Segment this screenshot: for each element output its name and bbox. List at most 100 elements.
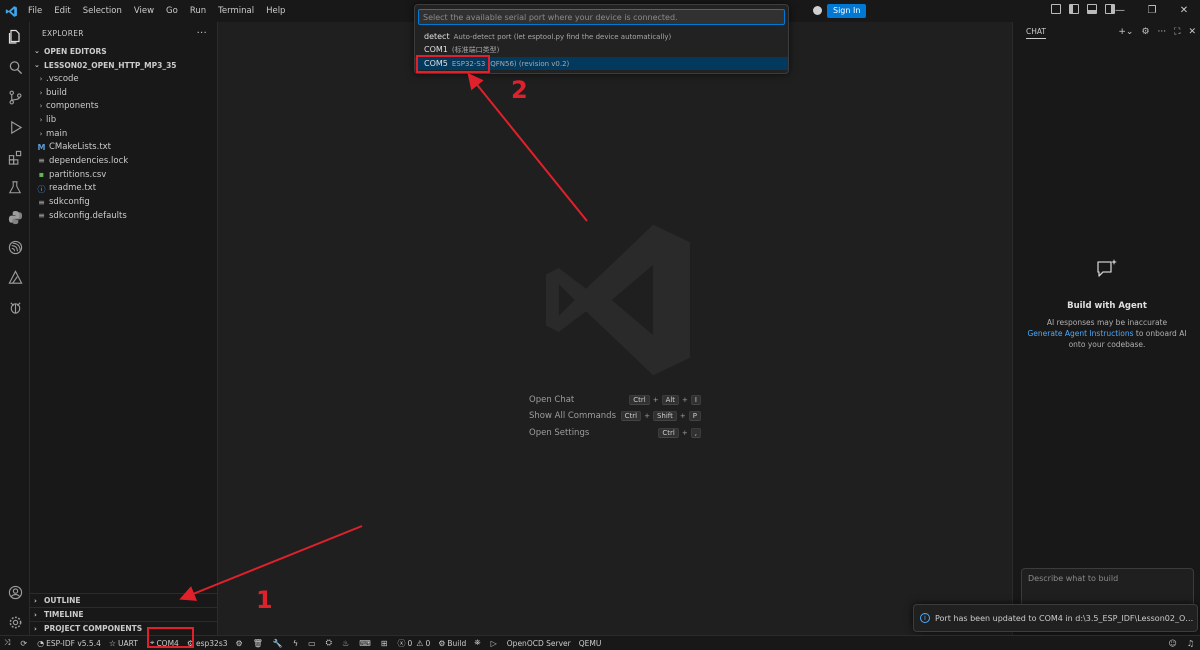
chat-input[interactable]: Describe what to build [1021,568,1194,608]
open-editors-section[interactable]: ⌄ OPEN EDITORS [30,44,217,58]
sign-in-button[interactable]: Sign In [827,4,867,18]
testing-icon[interactable] [6,178,24,196]
chat-tab[interactable]: CHAT [1026,27,1047,39]
maximize-icon[interactable]: ⛶ [1174,27,1180,37]
remote-icon[interactable]: ⤨ [0,636,16,650]
gear-icon[interactable] [6,613,24,631]
key-i: I [690,395,701,405]
project-root-label: LESSON02_OPEN_HTTP_MP3_35 [44,60,177,70]
source-control-icon[interactable] [6,88,24,106]
timeline-section[interactable]: › TIMELINE [30,607,218,621]
extra-tool-icon[interactable]: ⊞ [377,636,394,650]
menuconfig-icon[interactable]: ⚙ [232,636,249,650]
espressif-icon[interactable] [6,238,24,256]
flash-icon[interactable]: ϟ [289,636,304,650]
toggle-panel-icon[interactable] [1087,4,1097,14]
idf-version-item[interactable]: ◔ ESP-IDF v5.5.4 [33,636,105,650]
tree-file-readme[interactable]: ⓘ readme.txt [36,182,217,196]
copilot-icon[interactable]: ☺ [1164,636,1182,650]
window-controls: — ❐ ✕ [1104,0,1200,22]
shortcut-label: Show All Commands [529,411,616,421]
outline-label: OUTLINE [44,596,81,605]
menu-edit[interactable]: Edit [48,0,76,22]
chevron-right-icon: › [34,596,37,605]
python-icon[interactable] [6,208,24,226]
explorer-icon[interactable] [6,28,24,46]
flash-method-item[interactable]: ☆ UART [105,636,142,650]
run-debug-icon[interactable] [6,118,24,136]
shortcut-label: Open Chat [529,395,575,405]
menu-view[interactable]: View [128,0,160,22]
trash-icon[interactable]: 🗑 [249,636,269,650]
menu-go[interactable]: Go [160,0,184,22]
sync-icon[interactable]: ⟳ [16,636,33,650]
text-file-icon: ≡ [38,197,45,207]
tree-file-partitions-csv[interactable]: ▪ partitions.csv [36,168,217,182]
tree-folder-build[interactable]: › build [36,86,217,100]
customize-layout-icon[interactable] [1051,4,1061,14]
shortcut-open-chat[interactable]: Open Chat Ctrl + Alt + I [529,394,701,406]
debug-bug-icon[interactable]: ⛯ [470,636,486,650]
star-icon: ☆ [108,638,117,648]
run-icon[interactable]: ▷ [487,636,503,650]
minimize-icon[interactable]: — [1104,0,1136,22]
generate-instructions-link[interactable]: Generate Agent Instructions [1027,329,1133,338]
bug-icon[interactable] [6,298,24,316]
more-actions-icon[interactable]: ··· [1158,27,1167,37]
notification-message: Port has been updated to COM4 in d:\3.5_… [935,613,1197,623]
extensions-icon[interactable] [6,148,24,166]
toggle-primary-sidebar-icon[interactable] [1069,4,1079,14]
editor-area: Open Chat Ctrl + Alt + I Show All Commands C… [218,22,1012,635]
file-tree: › .vscode › build › components › lib › main M… [30,72,217,223]
agent-title: Build with Agent [1067,301,1147,311]
tree-file-cmakelists[interactable]: M CMakeLists.txt [36,140,217,154]
menu-terminal[interactable]: Terminal [212,0,260,22]
chat-settings-icon[interactable]: ⚙ [1141,27,1149,37]
explorer-header: EXPLORER ··· [30,22,217,44]
menu-file[interactable]: File [22,0,48,22]
menu-run[interactable]: Run [184,0,212,22]
close-icon[interactable]: ✕ [1168,0,1200,22]
search-icon[interactable] [6,58,24,76]
key-ctrl: Ctrl [658,428,679,438]
key-comma: , [690,428,701,438]
port-option-description: (标准端口类型) [451,45,500,54]
notifications-bell-icon[interactable]: ♫ [1183,636,1200,650]
tree-file-sdkconfig-defaults[interactable]: ≡ sdkconfig.defaults [36,209,217,223]
serial-port-search-input[interactable] [418,9,785,25]
tree-folder-vscode[interactable]: › .vscode [36,72,217,86]
project-root-section[interactable]: ⌄ LESSON02_OPEN_HTTP_MP3_35 [30,58,217,72]
openocd-label: OpenOCD Server [506,638,571,648]
menu-selection[interactable]: Selection [77,0,128,22]
agent-desc-line: AI responses may be inaccurate [1046,318,1168,327]
restore-icon[interactable]: ❐ [1136,0,1168,22]
close-icon[interactable]: ✕ [1188,27,1196,37]
tree-folder-lib[interactable]: › lib [36,113,217,127]
build-flash-monitor-icon[interactable]: ⛭ [322,636,338,650]
monitor-icon[interactable]: ▭ [304,636,322,650]
tree-folder-components[interactable]: › components [36,99,217,113]
warning-icon: ⚠ [416,638,424,648]
outline-section[interactable]: › OUTLINE [30,593,218,607]
menu-help[interactable]: Help [260,0,291,22]
wrench-icon[interactable]: 🔧 [269,636,289,650]
build-item[interactable]: ⚙ Build [434,636,470,650]
new-chat-icon[interactable]: +⌄ [1118,27,1133,37]
shortcut-show-all-commands[interactable]: Show All Commands Ctrl + Shift + P [529,410,701,422]
port-option-detect[interactable]: detect Auto-detect port (let esptool.py … [415,30,788,43]
account-icon[interactable] [6,583,24,601]
tree-folder-main[interactable]: › main [36,127,217,141]
info-file-icon: ⓘ [37,184,46,194]
shortcut-open-settings[interactable]: Open Settings Ctrl +, [529,427,701,439]
accounts-icon[interactable] [813,6,822,15]
tree-file-sdkconfig[interactable]: ≡ sdkconfig [36,195,217,209]
terminal-icon[interactable]: ⌨ [355,636,377,650]
problems-item[interactable]: ⓧ 0 ⚠ 0 [393,636,434,650]
openocd-item[interactable]: OpenOCD Server [503,636,575,650]
tree-item-label: build [46,87,67,98]
flame-icon[interactable]: ♨ [338,636,355,650]
idf-components-icon[interactable] [6,268,24,286]
qemu-item[interactable]: QEMU [575,636,606,650]
tree-file-dependencies-lock[interactable]: ≡ dependencies.lock [36,154,217,168]
more-actions-icon[interactable]: ··· [197,28,207,39]
